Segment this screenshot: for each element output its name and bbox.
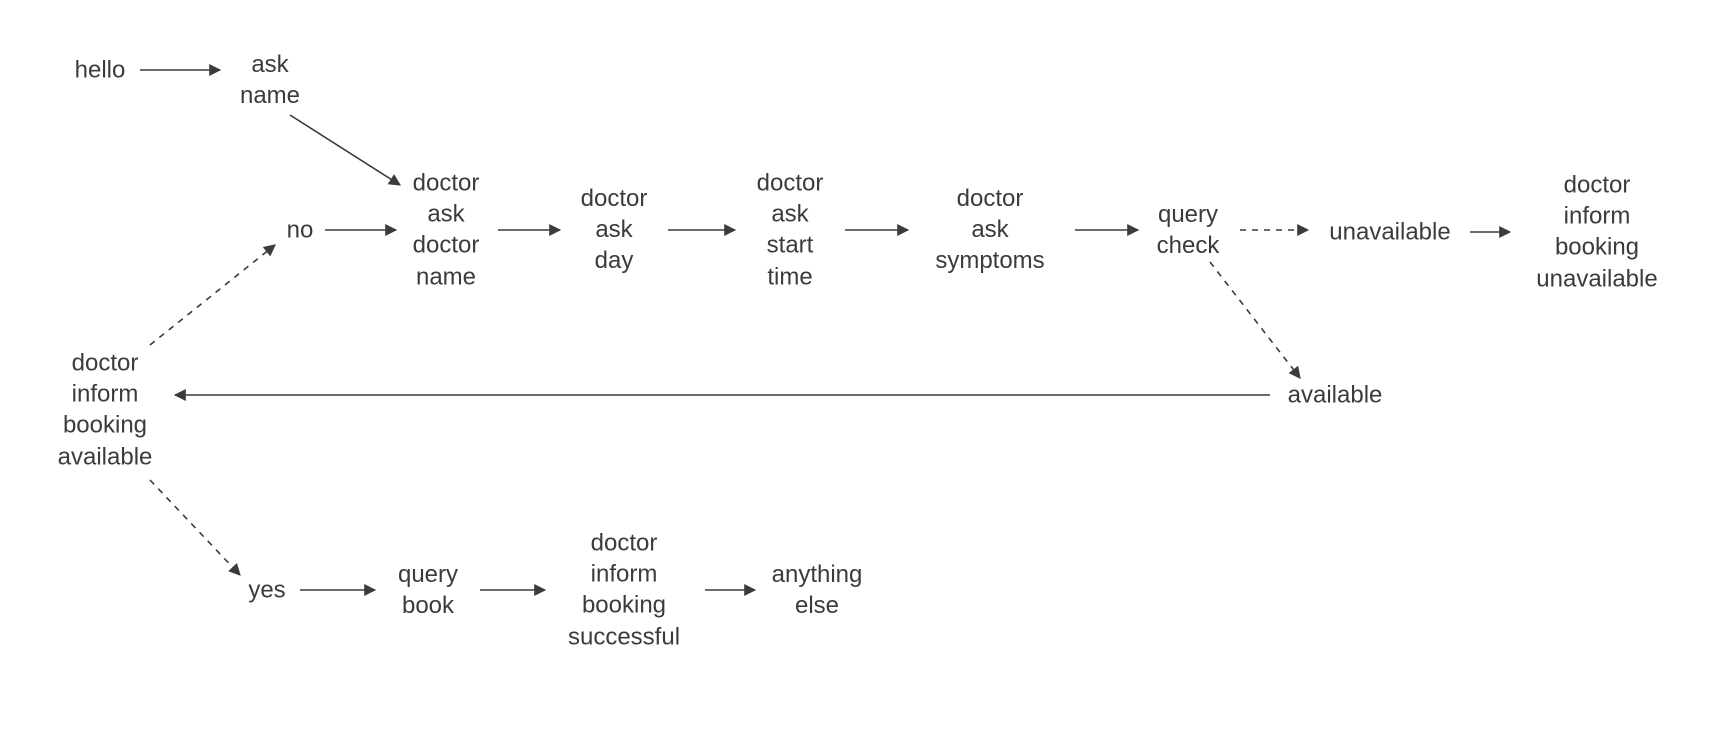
node-doctor-ask-symptoms: doctor ask symptoms <box>935 183 1044 277</box>
node-no: no <box>287 214 314 245</box>
node-doctor-inform-booking-successful: doctor inform booking successful <box>568 528 680 653</box>
node-doctor-ask-day: doctor ask day <box>581 183 648 277</box>
node-ask-name: ask name <box>240 49 300 111</box>
edge-querycheck-to-available <box>1210 262 1300 378</box>
node-yes: yes <box>248 574 285 605</box>
edge-informavailable-to-no <box>150 245 275 345</box>
edge-informavailable-to-yes <box>150 480 240 575</box>
node-doctor-ask-start-time: doctor ask start time <box>757 168 824 293</box>
node-doctor-inform-booking-available: doctor inform booking available <box>58 348 153 473</box>
node-available: available <box>1288 379 1383 410</box>
node-doctor-ask-doctor-name: doctor ask doctor name <box>413 168 480 293</box>
node-query-book: query book <box>398 559 458 621</box>
node-query-check: query check <box>1157 199 1220 261</box>
node-anything-else: anything else <box>772 559 863 621</box>
edge-askname-to-doctoraskdoctorname <box>290 115 400 185</box>
node-unavailable: unavailable <box>1329 216 1450 247</box>
node-doctor-inform-booking-unavailable: doctor inform booking unavailable <box>1536 170 1657 295</box>
node-hello: hello <box>75 54 126 85</box>
dialogue-flow-diagram: hello ask name no doctor ask doctor name… <box>0 0 1715 737</box>
